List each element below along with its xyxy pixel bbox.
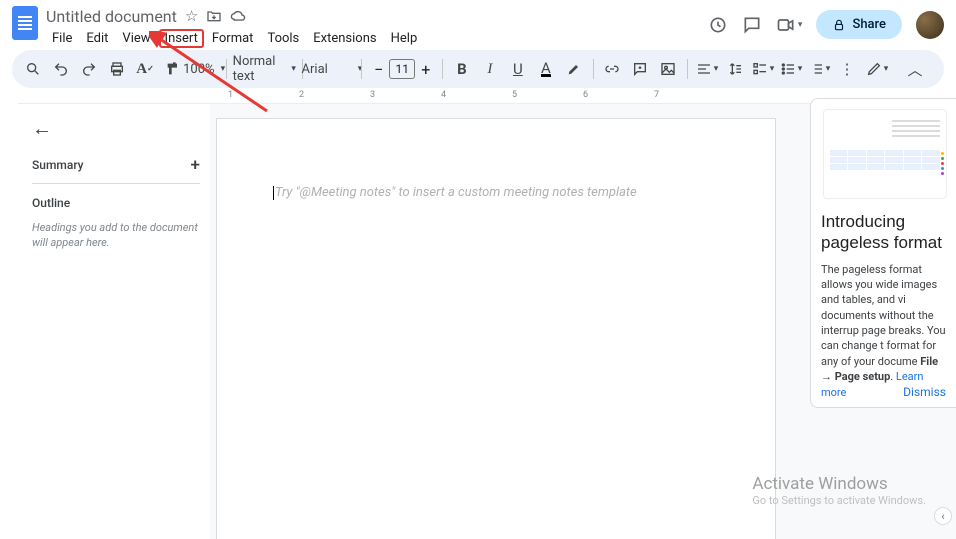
header-right: ▾ Share — [708, 10, 944, 39]
meet-icon[interactable]: ▾ — [776, 15, 803, 35]
cloud-status-icon[interactable] — [230, 8, 247, 25]
ruler-mark: 3 — [370, 90, 372, 100]
menu-tools[interactable]: Tools — [261, 29, 305, 48]
checklist-icon[interactable]: ▾ — [750, 56, 776, 82]
title-block: Untitled document ☆ File Edit View Inser… — [46, 6, 700, 48]
promo-title: Introducing pageless format — [821, 211, 948, 254]
search-menus-icon[interactable] — [20, 56, 46, 82]
promo-thumbnail — [823, 109, 947, 199]
promo-body-text: The pageless format allows you wide imag… — [821, 263, 946, 368]
title-row: Untitled document ☆ — [46, 6, 700, 26]
star-icon[interactable]: ☆ — [185, 7, 198, 25]
underline-icon[interactable]: U — [505, 56, 531, 82]
ruler-mark: 5 — [512, 90, 514, 100]
menu-view[interactable]: View — [116, 29, 156, 48]
ruler-mark: 6 — [583, 90, 585, 100]
insert-image-icon[interactable] — [655, 56, 681, 82]
outline-panel: ← Summary + Outline Headings you add to … — [18, 104, 210, 539]
lock-icon — [832, 18, 846, 32]
font-select[interactable]: Arial▾ — [308, 56, 355, 82]
divider — [32, 183, 200, 184]
spellcheck-icon[interactable]: A✓ — [132, 56, 158, 82]
highlight-icon[interactable] — [561, 56, 587, 82]
placeholder-hint: Try "@Meeting notes" to insert a custom … — [275, 185, 637, 200]
menu-insert[interactable]: Insert — [159, 29, 204, 48]
menu-help[interactable]: Help — [385, 29, 424, 48]
text-cursor — [273, 186, 274, 200]
share-button[interactable]: Share — [816, 10, 902, 39]
menu-file[interactable]: File — [46, 29, 78, 48]
history-icon[interactable] — [708, 15, 728, 35]
menu-format[interactable]: Format — [206, 29, 260, 48]
italic-icon[interactable]: I — [477, 56, 503, 82]
numbered-list-icon[interactable]: ▾ — [806, 56, 832, 82]
collapse-toolbar-icon[interactable]: ︿ — [902, 56, 928, 82]
font-size-group: − 11 + — [368, 59, 436, 79]
font-value: Arial — [302, 62, 328, 77]
document-title[interactable]: Untitled document — [46, 7, 177, 26]
editing-mode-icon[interactable]: ▾ — [864, 56, 890, 82]
font-size-input[interactable]: 11 — [389, 59, 415, 79]
vertical-ruler[interactable] — [0, 104, 18, 539]
pageless-promo-card: Introducing pageless format The pageless… — [810, 98, 956, 408]
menu-bar: File Edit View Insert Format Tools Exten… — [46, 28, 700, 48]
outline-empty-text: Headings you add to the document will ap… — [32, 220, 200, 251]
toolbar: A✓ 100%▾ Normal text▾ Arial▾ − 11 + B I … — [12, 50, 944, 88]
add-summary-icon[interactable]: + — [191, 155, 200, 175]
insert-link-icon[interactable] — [599, 56, 625, 82]
windows-activation-watermark: Activate Windows Go to Settings to activ… — [752, 474, 926, 507]
line-spacing-icon[interactable] — [722, 56, 748, 82]
move-icon[interactable] — [206, 8, 222, 24]
explore-icon[interactable]: ‹ — [934, 507, 952, 525]
ruler-mark: 2 — [299, 90, 301, 100]
share-label: Share — [852, 17, 886, 32]
bold-icon[interactable]: B — [449, 56, 475, 82]
font-size-increase[interactable]: + — [415, 60, 436, 79]
paint-format-icon[interactable] — [160, 56, 186, 82]
app-header: Untitled document ☆ File Edit View Inser… — [0, 0, 956, 46]
dismiss-button[interactable]: Dismiss — [903, 385, 946, 399]
paragraph-style-select[interactable]: Normal text▾ — [233, 56, 296, 82]
bulleted-list-icon[interactable]: ▾ — [778, 56, 804, 82]
account-avatar[interactable] — [916, 11, 944, 39]
align-icon[interactable]: ▾ — [694, 56, 720, 82]
style-value: Normal text — [233, 54, 276, 84]
watermark-title: Activate Windows — [752, 474, 926, 494]
ruler-mark: 1 — [228, 90, 230, 100]
zoom-value: 100% — [183, 62, 214, 77]
docs-logo-icon[interactable] — [12, 6, 38, 40]
print-icon[interactable] — [104, 56, 130, 82]
close-outline-icon[interactable]: ← — [32, 116, 200, 141]
redo-icon[interactable] — [76, 56, 102, 82]
watermark-sub: Go to Settings to activate Windows. — [752, 494, 926, 507]
menu-extensions[interactable]: Extensions — [307, 29, 382, 48]
outline-section-label: Outline — [32, 196, 200, 210]
page[interactable]: Try "@Meeting notes" to insert a custom … — [216, 118, 776, 539]
zoom-select[interactable]: 100%▾ — [188, 56, 220, 82]
promo-body: The pageless format allows you wide imag… — [821, 262, 948, 401]
undo-icon[interactable] — [48, 56, 74, 82]
menu-edit[interactable]: Edit — [80, 29, 114, 48]
text-color-icon[interactable]: A — [533, 56, 559, 82]
ruler-mark: 7 — [654, 90, 656, 100]
more-icon[interactable]: ⋮ — [834, 56, 860, 82]
ruler-mark: 4 — [441, 90, 443, 100]
comments-icon[interactable] — [742, 15, 762, 35]
font-size-decrease[interactable]: − — [368, 60, 389, 79]
summary-label: Summary — [32, 158, 84, 172]
add-comment-icon[interactable] — [627, 56, 653, 82]
